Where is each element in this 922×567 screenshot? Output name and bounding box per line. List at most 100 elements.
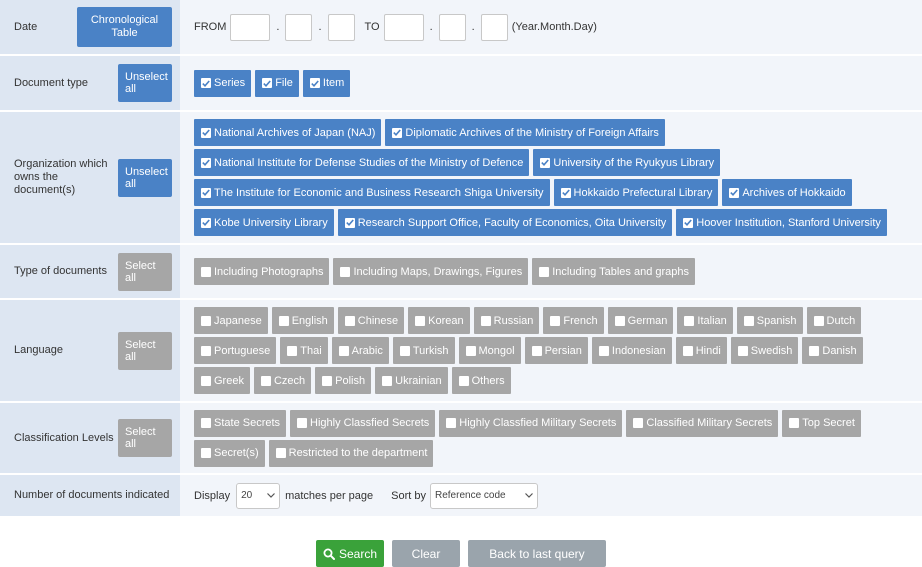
- filter-option[interactable]: National Archives of Japan (NAJ): [194, 119, 382, 146]
- language-select-all-button[interactable]: Select all: [118, 331, 172, 370]
- filter-option[interactable]: Czech: [253, 367, 312, 394]
- filter-option[interactable]: Hoover Institution, Stanford University: [676, 209, 887, 236]
- filter-option[interactable]: Including Tables and graphs: [532, 258, 696, 285]
- type-of-documents-select-all-button[interactable]: Select all: [118, 252, 172, 291]
- filter-option[interactable]: German: [607, 307, 674, 334]
- filter-option[interactable]: Spanish: [736, 307, 803, 334]
- filter-option[interactable]: Japanese: [194, 307, 268, 334]
- filter-option[interactable]: Arabic: [331, 337, 389, 364]
- filter-option[interactable]: Restricted to the department: [268, 439, 434, 467]
- filter-option[interactable]: Turkish: [392, 337, 455, 364]
- organization-unselect-all-button[interactable]: Unselect all: [118, 158, 172, 197]
- filter-option[interactable]: National Institute for Defense Studies o…: [194, 149, 530, 176]
- filter-option[interactable]: Highly Classfied Military Secrets: [439, 409, 623, 437]
- checkbox-empty-icon: [322, 375, 333, 386]
- filter-option[interactable]: Including Maps, Drawings, Figures: [333, 258, 529, 285]
- checkbox-empty-icon: [682, 345, 693, 356]
- checkbox-empty-icon: [614, 315, 625, 326]
- filter-option[interactable]: Greek: [194, 367, 250, 394]
- filter-option[interactable]: Russian: [473, 307, 540, 334]
- classification-select-all-button[interactable]: Select all: [118, 419, 172, 457]
- document-type-unselect-all-button[interactable]: Unselect all: [118, 64, 172, 102]
- to-day-input[interactable]: [480, 13, 508, 41]
- filter-option[interactable]: French: [543, 307, 604, 334]
- filter-option[interactable]: Hokkaido Prefectural Library: [553, 179, 719, 206]
- checkbox-checked-icon: [201, 127, 211, 138]
- document-type-row: Document type Unselect all Series File Ite…: [0, 56, 922, 112]
- filter-option[interactable]: Secret(s): [194, 439, 265, 467]
- filter-option-label: Italian: [697, 314, 727, 327]
- filter-option[interactable]: Archives of Hokkaido: [722, 179, 852, 206]
- filter-option[interactable]: Item: [302, 69, 351, 97]
- filter-option[interactable]: Persian: [524, 337, 588, 364]
- to-month-input[interactable]: [438, 13, 466, 41]
- filter-option-label: Dutch: [826, 314, 856, 327]
- filter-option[interactable]: Others: [451, 367, 511, 394]
- sort-by-select[interactable]: Reference code: [430, 482, 538, 509]
- organization-content: National Archives of Japan (NAJ) Diplomat…: [180, 112, 922, 243]
- filter-option[interactable]: Including Photographs: [194, 258, 330, 285]
- chronological-table-button[interactable]: Chronological Table: [77, 7, 172, 47]
- filter-option[interactable]: Swedish: [730, 337, 799, 364]
- filter-option-label: Persian: [544, 344, 582, 357]
- checkbox-empty-icon: [201, 266, 211, 277]
- filter-option[interactable]: Dutch: [806, 307, 862, 334]
- search-form: Date Chronological Table FROM . . TO . .…: [0, 0, 922, 567]
- number-indicated-label-cell: Number of documents indicated: [0, 475, 180, 516]
- checkbox-empty-icon: [201, 418, 211, 428]
- filter-option[interactable]: Portuguese: [194, 337, 277, 364]
- filter-option[interactable]: Polish: [315, 367, 372, 394]
- chevron-down-icon: [267, 490, 276, 501]
- filter-option-label: The Institute for Economic and Business …: [214, 186, 544, 199]
- filter-option[interactable]: Mongol: [458, 337, 521, 364]
- type-of-documents-content: Including Photographs Including Maps, Dra…: [180, 245, 922, 298]
- filter-option[interactable]: Thai: [280, 337, 328, 364]
- filter-option[interactable]: Research Support Office, Faculty of Econ…: [337, 209, 673, 236]
- search-button[interactable]: Search: [316, 540, 384, 567]
- filter-option[interactable]: Kobe University Library: [194, 209, 334, 236]
- filter-option-label: National Institute for Defense Studies o…: [214, 156, 524, 169]
- filter-option[interactable]: English: [271, 307, 334, 334]
- filter-option[interactable]: Top Secret: [782, 409, 861, 437]
- filter-option-label: Chinese: [357, 314, 399, 327]
- checkbox-empty-icon: [743, 315, 754, 326]
- number-indicated-row: Number of documents indicated Display 20…: [0, 475, 922, 518]
- filter-option[interactable]: Indonesian: [591, 337, 672, 364]
- date-row: Date Chronological Table FROM . . TO . .…: [0, 0, 922, 56]
- from-year-input[interactable]: [230, 13, 271, 41]
- back-to-last-query-button[interactable]: Back to last query: [468, 540, 606, 567]
- checkbox-checked-icon: [729, 187, 740, 198]
- display-count-select[interactable]: 20: [236, 482, 281, 509]
- number-indicated-label: Number of documents indicated: [14, 489, 170, 501]
- filter-option-label: Hokkaido Prefectural Library: [573, 186, 713, 199]
- filter-option[interactable]: State Secrets: [194, 409, 287, 437]
- display-label: Display: [194, 489, 231, 502]
- checkbox-empty-icon: [531, 345, 542, 356]
- filter-option[interactable]: Korean: [408, 307, 470, 334]
- date-content: FROM . . TO . . (Year.Month.Day): [180, 0, 922, 54]
- filter-option[interactable]: Chinese: [337, 307, 405, 334]
- from-day-input[interactable]: [327, 13, 355, 41]
- filter-option[interactable]: Classified Military Secrets: [626, 409, 779, 437]
- checkbox-empty-icon: [598, 345, 609, 356]
- checkbox-checked-icon: [560, 187, 571, 198]
- filter-option[interactable]: Highly Classfied Secrets: [290, 409, 436, 437]
- filter-option-label: Arabic: [351, 344, 383, 357]
- filter-option[interactable]: Italian: [677, 307, 733, 334]
- from-month-input[interactable]: [285, 13, 313, 41]
- filter-option[interactable]: Diplomatic Archives of the Ministry of F…: [385, 119, 665, 146]
- filter-option-label: Turkish: [412, 344, 449, 357]
- filter-option[interactable]: University of the Ryukyus Library: [533, 149, 721, 176]
- filter-option[interactable]: Series: [194, 69, 252, 97]
- date-separator: .: [318, 21, 322, 33]
- filter-option-label: French: [563, 314, 598, 327]
- filter-option[interactable]: Hindi: [675, 337, 727, 364]
- filter-option[interactable]: Ukrainian: [375, 367, 448, 394]
- filter-option[interactable]: File: [255, 69, 299, 97]
- to-year-input[interactable]: [383, 13, 424, 41]
- document-type-label: Document type: [14, 76, 88, 89]
- filter-option[interactable]: The Institute for Economic and Business …: [194, 179, 550, 206]
- clear-button[interactable]: Clear: [392, 540, 460, 567]
- from-label: FROM: [194, 21, 227, 33]
- filter-option[interactable]: Danish: [802, 337, 863, 364]
